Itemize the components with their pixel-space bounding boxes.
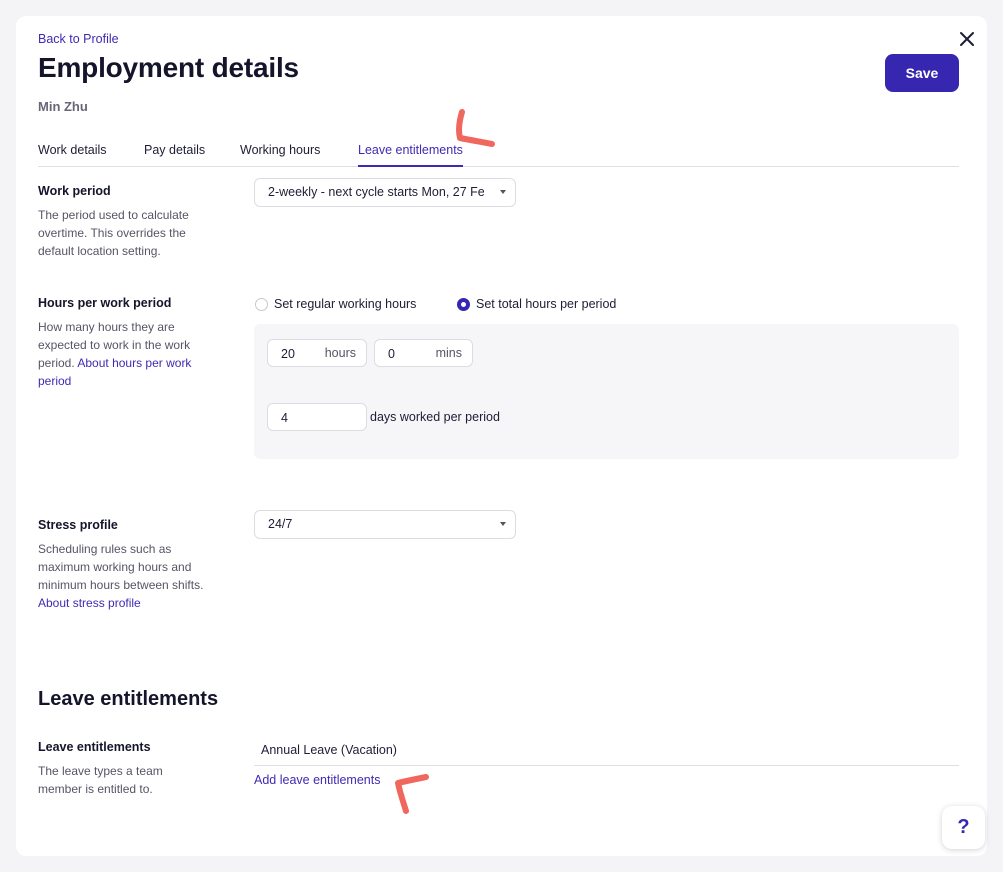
add-leave-entitlements-link[interactable]: Add leave entitlements bbox=[254, 773, 380, 787]
page-title: Employment details bbox=[38, 52, 299, 83]
annotation-mark-add-link bbox=[395, 774, 429, 814]
hours-unit-label: hours bbox=[324, 346, 356, 360]
stress-profile-description-text: Scheduling rules such as maximum working… bbox=[38, 542, 204, 592]
hours-panel: 20 hours 0 mins 4 days worked per period bbox=[254, 324, 959, 459]
tab-work-details[interactable]: Work details bbox=[38, 143, 107, 167]
radio-total-hours[interactable]: Set total hours per period bbox=[456, 297, 656, 315]
work-period-title: Work period bbox=[38, 184, 111, 198]
stress-profile-select[interactable]: 24/7 bbox=[254, 510, 516, 539]
days-input[interactable]: 4 bbox=[267, 403, 367, 431]
back-to-profile-link[interactable]: Back to Profile bbox=[38, 32, 119, 46]
hours-per-period-description: How many hours they are expected to work… bbox=[38, 318, 213, 390]
employment-details-modal: Back to Profile Employment details Min Z… bbox=[16, 16, 987, 856]
leave-entitlements-description: The leave types a team member is entitle… bbox=[38, 764, 163, 796]
hours-per-period-title: Hours per work period bbox=[38, 296, 172, 310]
caret-down-icon bbox=[500, 522, 506, 526]
radio-regular-hours[interactable]: Set regular working hours bbox=[254, 297, 454, 315]
employee-name: Min Zhu bbox=[38, 99, 88, 114]
radio-regular-hours-label: Set regular working hours bbox=[274, 297, 417, 311]
tab-working-hours[interactable]: Working hours bbox=[240, 143, 320, 167]
mins-unit-label: mins bbox=[435, 346, 462, 360]
save-button[interactable]: Save bbox=[885, 54, 959, 92]
tab-pay-details[interactable]: Pay details bbox=[144, 143, 205, 167]
mins-input[interactable]: 0 mins bbox=[374, 339, 473, 367]
work-period-select[interactable]: 2-weekly - next cycle starts Mon, 27 Feb bbox=[254, 178, 516, 207]
radio-total-hours-label: Set total hours per period bbox=[476, 297, 617, 311]
caret-down-icon bbox=[500, 190, 506, 194]
tab-leave-entitlements[interactable]: Leave entitlements bbox=[358, 143, 463, 167]
stress-profile-description: Scheduling rules such as maximum working… bbox=[38, 540, 213, 612]
leave-entitlement-row: Annual Leave (Vacation) bbox=[254, 740, 959, 766]
stress-profile-title: Stress profile bbox=[38, 518, 118, 532]
close-icon bbox=[960, 32, 974, 46]
radio-regular-hours-control[interactable] bbox=[255, 298, 268, 311]
work-period-selected-value: 2-weekly - next cycle starts Mon, 27 Feb bbox=[268, 185, 484, 199]
hours-input[interactable]: 20 hours bbox=[267, 339, 367, 367]
radio-total-hours-control[interactable] bbox=[457, 298, 470, 311]
days-worked-label: days worked per period bbox=[370, 410, 500, 424]
hours-input-value: 20 bbox=[281, 347, 295, 361]
help-button[interactable]: ? bbox=[942, 806, 985, 849]
about-stress-profile-link[interactable]: About stress profile bbox=[38, 596, 141, 610]
leave-entitlements-heading: Leave entitlements bbox=[38, 688, 219, 710]
close-button[interactable] bbox=[956, 28, 978, 50]
annotation-mark-tab bbox=[455, 109, 495, 147]
stress-profile-selected-value: 24/7 bbox=[268, 517, 293, 531]
help-icon: ? bbox=[957, 816, 970, 838]
work-period-description: The period used to calculate overtime. T… bbox=[38, 208, 189, 258]
days-input-value: 4 bbox=[281, 411, 288, 425]
leave-entitlements-title: Leave entitlements bbox=[38, 740, 151, 754]
mins-input-value: 0 bbox=[388, 347, 395, 361]
